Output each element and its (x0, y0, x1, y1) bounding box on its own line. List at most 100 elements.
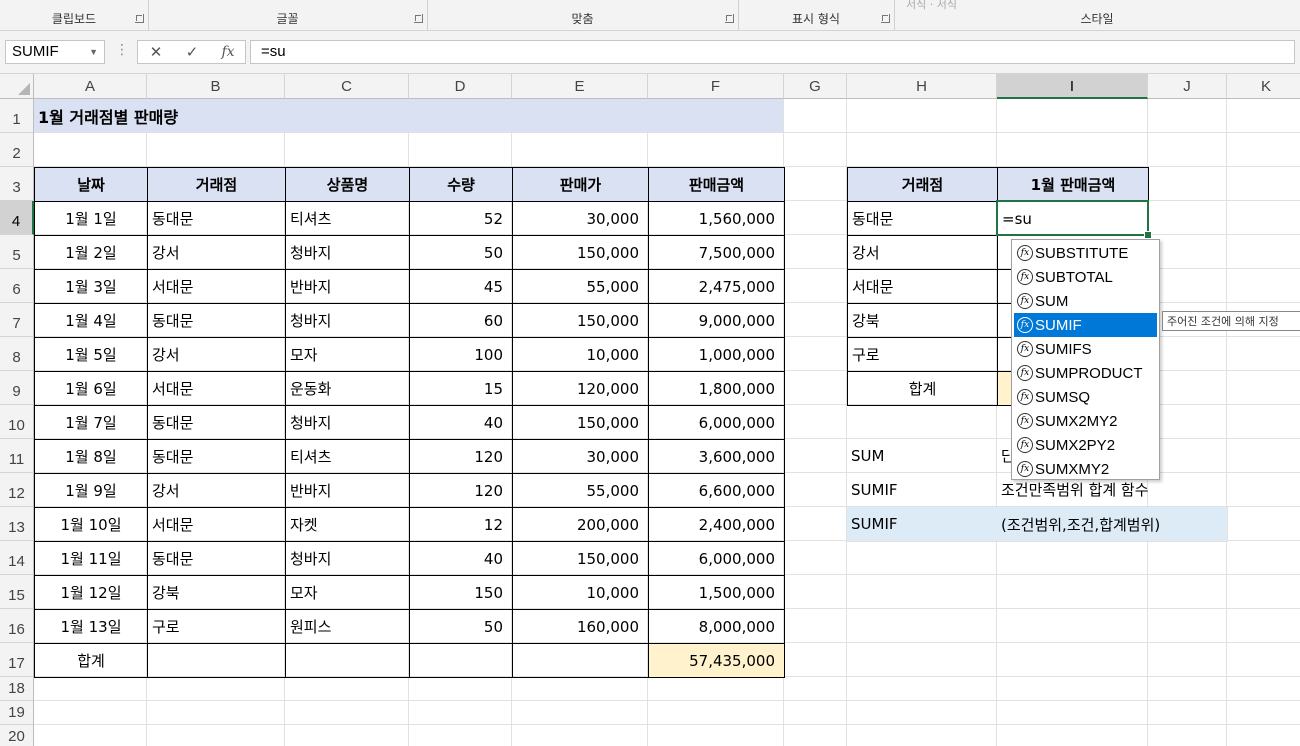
table-cell[interactable]: 40 (409, 541, 513, 576)
cell[interactable] (648, 701, 784, 725)
cell[interactable] (997, 725, 1148, 746)
row-header-7[interactable]: 7 (0, 303, 34, 337)
cell[interactable] (784, 99, 847, 133)
row-header-20[interactable]: 20 (0, 725, 34, 746)
column-header-b[interactable]: B (147, 74, 285, 99)
cell[interactable] (784, 609, 847, 643)
row-header-4[interactable]: 4 (0, 201, 34, 235)
cell[interactable] (1227, 439, 1300, 473)
cell[interactable] (784, 473, 847, 507)
table-cell[interactable]: 50 (409, 235, 513, 270)
cell[interactable] (997, 701, 1148, 725)
table-cell[interactable]: 10,000 (512, 575, 649, 610)
row-header-2[interactable]: 2 (0, 133, 34, 167)
table-cell[interactable]: 1월 12일 (34, 575, 148, 610)
cell[interactable] (1227, 167, 1300, 201)
summary-branch[interactable]: 동대문 (847, 201, 998, 236)
cell[interactable] (997, 541, 1148, 575)
table-cell[interactable]: 티셔츠 (285, 439, 410, 474)
table-cell[interactable]: 청바지 (285, 405, 410, 440)
cell[interactable] (997, 133, 1148, 167)
table-cell[interactable]: 150,000 (512, 303, 649, 338)
cell[interactable] (1227, 133, 1300, 167)
dialog-launcher-icon[interactable] (414, 14, 423, 23)
cell[interactable] (1227, 235, 1300, 269)
cell[interactable] (409, 701, 512, 725)
cell[interactable] (1148, 541, 1227, 575)
cell[interactable] (1227, 609, 1300, 643)
table-cell[interactable]: 티셔츠 (285, 201, 410, 236)
cell[interactable] (784, 575, 847, 609)
table-cell[interactable]: 1월 6일 (34, 371, 148, 406)
cell[interactable] (784, 201, 847, 235)
table-cell[interactable]: 1월 10일 (34, 507, 148, 542)
row-header-3[interactable]: 3 (0, 167, 34, 201)
summary-total-label[interactable]: 합계 (847, 371, 998, 406)
cell[interactable] (997, 643, 1148, 677)
row-header-11[interactable]: 11 (0, 439, 34, 473)
table-cell[interactable]: 52 (409, 201, 513, 236)
cell[interactable] (34, 133, 147, 167)
table-cell[interactable]: 6,600,000 (648, 473, 785, 508)
cell[interactable] (1227, 337, 1300, 371)
table-cell[interactable]: 동대문 (147, 303, 286, 338)
table-cell[interactable]: 강북 (147, 575, 286, 610)
total-label[interactable]: 합계 (34, 643, 148, 678)
table-cell[interactable]: 7,500,000 (648, 235, 785, 270)
table-cell[interactable]: 55,000 (512, 269, 649, 304)
select-all-button[interactable] (0, 74, 34, 99)
cell[interactable] (1148, 609, 1227, 643)
table-cell[interactable]: 강서 (147, 235, 286, 270)
cell[interactable] (847, 725, 997, 746)
name-box[interactable]: SUMIF ▼ (5, 40, 105, 64)
cell[interactable] (784, 725, 847, 746)
cell[interactable] (512, 133, 648, 167)
summary-header[interactable]: 거래점 (847, 167, 998, 202)
table-cell[interactable]: 40 (409, 405, 513, 440)
cell[interactable] (648, 677, 784, 701)
table-cell[interactable]: 120 (409, 439, 513, 474)
cell[interactable] (784, 643, 847, 677)
cell[interactable] (1148, 575, 1227, 609)
cell[interactable] (1227, 575, 1300, 609)
table-cell[interactable]: 1,000,000 (648, 337, 785, 372)
cell[interactable] (784, 439, 847, 473)
row-header-19[interactable]: 19 (0, 701, 34, 725)
table-cell[interactable]: 강서 (147, 473, 286, 508)
total-value[interactable]: 57,435,000 (648, 643, 785, 678)
table-cell[interactable]: 1,560,000 (648, 201, 785, 236)
table-cell[interactable]: 120 (409, 473, 513, 508)
autocomplete-item[interactable]: fx SUBSTITUTE (1014, 241, 1157, 265)
cell[interactable] (784, 337, 847, 371)
note-description[interactable]: (조건범위,조건,합계범위) (997, 507, 1228, 542)
cell[interactable] (784, 371, 847, 405)
formula-input[interactable]: =su (250, 40, 1295, 64)
table-cell[interactable]: 모자 (285, 337, 410, 372)
table-cell[interactable]: 2,400,000 (648, 507, 785, 542)
table-cell[interactable]: 150,000 (512, 541, 649, 576)
row-header-12[interactable]: 12 (0, 473, 34, 507)
summary-branch[interactable]: 서대문 (847, 269, 998, 304)
cell[interactable] (1148, 99, 1227, 133)
row-header-15[interactable]: 15 (0, 575, 34, 609)
cell[interactable] (285, 133, 409, 167)
cell[interactable] (784, 303, 847, 337)
cell[interactable] (784, 133, 847, 167)
table-cell[interactable] (512, 643, 649, 678)
cell[interactable] (285, 725, 409, 746)
row-header-16[interactable]: 16 (0, 609, 34, 643)
cell[interactable] (1148, 701, 1227, 725)
table-cell[interactable]: 1월 4일 (34, 303, 148, 338)
table-cell[interactable]: 50 (409, 609, 513, 644)
autocomplete-item[interactable]: fx SUMXMY2 (1014, 457, 1157, 481)
row-header-14[interactable]: 14 (0, 541, 34, 575)
table-cell[interactable]: 160,000 (512, 609, 649, 644)
table-cell[interactable]: 10,000 (512, 337, 649, 372)
note-function-name[interactable]: SUM (847, 439, 997, 473)
fill-handle[interactable] (1144, 231, 1152, 239)
autocomplete-item[interactable]: fx SUMSQ (1014, 385, 1157, 409)
row-header-10[interactable]: 10 (0, 405, 34, 439)
table-cell[interactable]: 반바지 (285, 269, 410, 304)
table-header[interactable]: 판매가 (512, 167, 649, 202)
table-cell[interactable]: 1월 13일 (34, 609, 148, 644)
